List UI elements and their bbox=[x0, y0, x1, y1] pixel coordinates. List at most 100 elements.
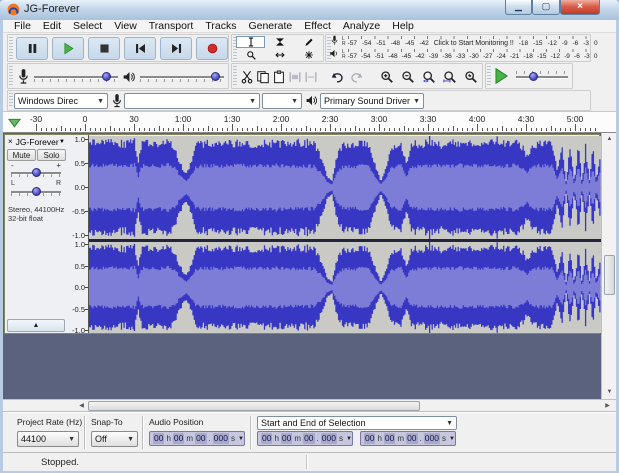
playback-speed-thumb[interactable] bbox=[528, 72, 538, 81]
menu-edit[interactable]: Edit bbox=[37, 20, 67, 33]
playback-volume-slider[interactable] bbox=[140, 70, 224, 84]
snap-to-dropdown[interactable]: Off ▼ bbox=[91, 431, 138, 447]
zoom-out-button[interactable] bbox=[399, 68, 417, 86]
time-digits[interactable]: 00 bbox=[303, 433, 315, 444]
time-unit[interactable]: s bbox=[339, 434, 343, 443]
time-unit[interactable]: s bbox=[231, 434, 235, 443]
track-collapse-button[interactable]: ▲ bbox=[7, 319, 65, 332]
vertical-scrollbar-thumb[interactable] bbox=[604, 255, 615, 295]
menu-help[interactable]: Help bbox=[386, 20, 420, 33]
horizontal-scrollbar-thumb[interactable] bbox=[88, 401, 420, 411]
recording-volume-slider[interactable] bbox=[34, 70, 118, 84]
multi-tool-button[interactable] bbox=[294, 49, 323, 61]
menu-file[interactable]: File bbox=[8, 20, 37, 33]
track-close-icon[interactable]: × bbox=[8, 137, 13, 146]
time-digits[interactable]: 000 bbox=[320, 433, 337, 444]
selection-mode-dropdown[interactable]: Start and End of Selection ▼ bbox=[257, 416, 457, 430]
menu-effect[interactable]: Effect bbox=[298, 20, 337, 33]
recording-device-dropdown[interactable]: ▼ bbox=[124, 93, 260, 109]
menu-select[interactable]: Select bbox=[67, 20, 108, 33]
time-unit[interactable]: . bbox=[317, 434, 319, 443]
menu-analyze[interactable]: Analyze bbox=[337, 20, 386, 33]
time-unit[interactable]: m bbox=[397, 434, 404, 443]
solo-button[interactable]: Solo bbox=[37, 149, 66, 161]
audio-track[interactable]: × JG-Forever ▼ Mute Solo - + L R Stereo,… bbox=[4, 134, 601, 335]
toolbar-gripper[interactable] bbox=[9, 93, 13, 108]
time-digits[interactable]: 000 bbox=[212, 433, 229, 444]
time-digits[interactable]: 00 bbox=[195, 433, 207, 444]
zoom-toggle-button[interactable] bbox=[462, 68, 480, 86]
pause-button[interactable] bbox=[16, 37, 48, 60]
envelope-tool-button[interactable] bbox=[265, 36, 294, 48]
draw-tool-button[interactable] bbox=[294, 36, 323, 48]
scroll-down-icon[interactable]: ▼ bbox=[602, 386, 617, 399]
waveform-channel-left[interactable] bbox=[88, 136, 601, 239]
minimize-button[interactable]: ▁ bbox=[505, 0, 532, 15]
monitoring-hint-text[interactable]: Click to Start Monitoring !! bbox=[434, 39, 514, 48]
chevron-down-icon[interactable]: ▼ bbox=[346, 436, 352, 442]
selection-end-field[interactable]: 00 h 00 m 00. 000 s ▼ bbox=[360, 431, 456, 446]
playback-meter[interactable]: L R -57 -54 -51 -48 -45 -42 -39 -36 -33 -30 -27 -24 -2… bbox=[329, 49, 598, 61]
time-unit[interactable]: h bbox=[166, 434, 170, 443]
skip-to-start-button[interactable] bbox=[124, 37, 156, 60]
skip-to-end-button[interactable] bbox=[160, 37, 192, 60]
play-button[interactable] bbox=[52, 37, 84, 60]
fit-selection-button[interactable] bbox=[420, 68, 438, 86]
toolbar-gripper[interactable] bbox=[233, 66, 237, 86]
playback-speed-slider[interactable] bbox=[516, 69, 568, 83]
mute-button[interactable]: Mute bbox=[7, 149, 36, 161]
vertical-scrollbar[interactable]: ▲ ▼ bbox=[601, 133, 616, 399]
chevron-down-icon[interactable]: ▼ bbox=[238, 436, 244, 442]
time-digits[interactable]: 00 bbox=[406, 433, 418, 444]
time-unit[interactable]: . bbox=[420, 434, 422, 443]
time-digits[interactable]: 00 bbox=[280, 433, 293, 444]
time-unit[interactable]: h bbox=[274, 434, 278, 443]
toolbar-gripper[interactable] bbox=[487, 66, 491, 86]
time-unit[interactable]: m bbox=[294, 434, 301, 443]
selection-start-field[interactable]: 00 h 00 m 00. 000 s ▼ bbox=[257, 431, 353, 446]
time-unit[interactable]: m bbox=[186, 434, 193, 443]
fit-project-button[interactable] bbox=[441, 68, 459, 86]
scroll-right-icon[interactable]: ▶ bbox=[601, 400, 614, 412]
audio-host-dropdown[interactable]: Windows Direc ▼ bbox=[14, 93, 108, 109]
pan-slider[interactable]: L R bbox=[11, 180, 61, 198]
timeline-ruler[interactable]: -30 0 30 1:00 1:30 2:00 2:30 3:00 3:30 4:00 4:30 5:… bbox=[3, 111, 616, 133]
time-unit[interactable]: . bbox=[209, 434, 211, 443]
waveform-channel-right[interactable] bbox=[88, 242, 601, 333]
recording-meter[interactable]: L R -57 -54 -51 -48 -45 -42 Click to Start Monit… bbox=[329, 35, 598, 48]
menu-transport[interactable]: Transport bbox=[143, 20, 200, 33]
menu-view[interactable]: View bbox=[108, 20, 143, 33]
toolbar-gripper[interactable] bbox=[9, 37, 13, 59]
zoom-in-button[interactable] bbox=[378, 68, 396, 86]
vertical-scale-ruler[interactable]: 1.0 0.5 0.0 -0.5 -1.0 1.0 0.5 0.0 -0.5 -1.0 bbox=[67, 135, 89, 335]
time-digits[interactable]: 00 bbox=[383, 433, 396, 444]
audio-position-field[interactable]: 00 h 00 m 00. 000 s ▼ bbox=[149, 431, 245, 446]
zoom-tool-button[interactable] bbox=[236, 49, 265, 61]
selection-tool-button[interactable] bbox=[236, 36, 265, 48]
playback-device-dropdown[interactable]: Primary Sound Driver ▼ bbox=[320, 93, 424, 109]
time-unit[interactable]: h bbox=[377, 434, 381, 443]
scroll-up-icon[interactable]: ▲ bbox=[602, 133, 617, 146]
record-button[interactable] bbox=[196, 37, 228, 60]
menu-generate[interactable]: Generate bbox=[242, 20, 298, 33]
chevron-down-icon[interactable]: ▼ bbox=[449, 436, 455, 442]
time-digits[interactable]: 00 bbox=[364, 433, 376, 444]
close-button[interactable]: × bbox=[560, 0, 600, 15]
menu-tracks[interactable]: Tracks bbox=[199, 20, 242, 33]
time-digits[interactable]: 000 bbox=[423, 433, 440, 444]
play-at-speed-button[interactable] bbox=[492, 67, 512, 87]
time-digits[interactable]: 00 bbox=[261, 433, 273, 444]
horizontal-scrollbar[interactable]: ◀ ▶ bbox=[3, 399, 616, 412]
maximize-button[interactable]: ▢ bbox=[532, 0, 560, 15]
time-shift-tool-button[interactable] bbox=[265, 49, 294, 61]
timeline-pin-icon[interactable] bbox=[8, 115, 21, 133]
track-menu-arrow-icon[interactable]: ▼ bbox=[59, 139, 65, 145]
scroll-left-icon[interactable]: ◀ bbox=[75, 400, 88, 412]
stop-button[interactable] bbox=[88, 37, 120, 60]
time-unit[interactable]: s bbox=[442, 434, 446, 443]
gain-slider[interactable]: - + bbox=[11, 161, 61, 179]
time-digits[interactable]: 00 bbox=[153, 433, 165, 444]
undo-button[interactable] bbox=[328, 68, 346, 86]
time-digits[interactable]: 00 bbox=[172, 433, 185, 444]
pan-slider-thumb[interactable] bbox=[32, 187, 41, 196]
